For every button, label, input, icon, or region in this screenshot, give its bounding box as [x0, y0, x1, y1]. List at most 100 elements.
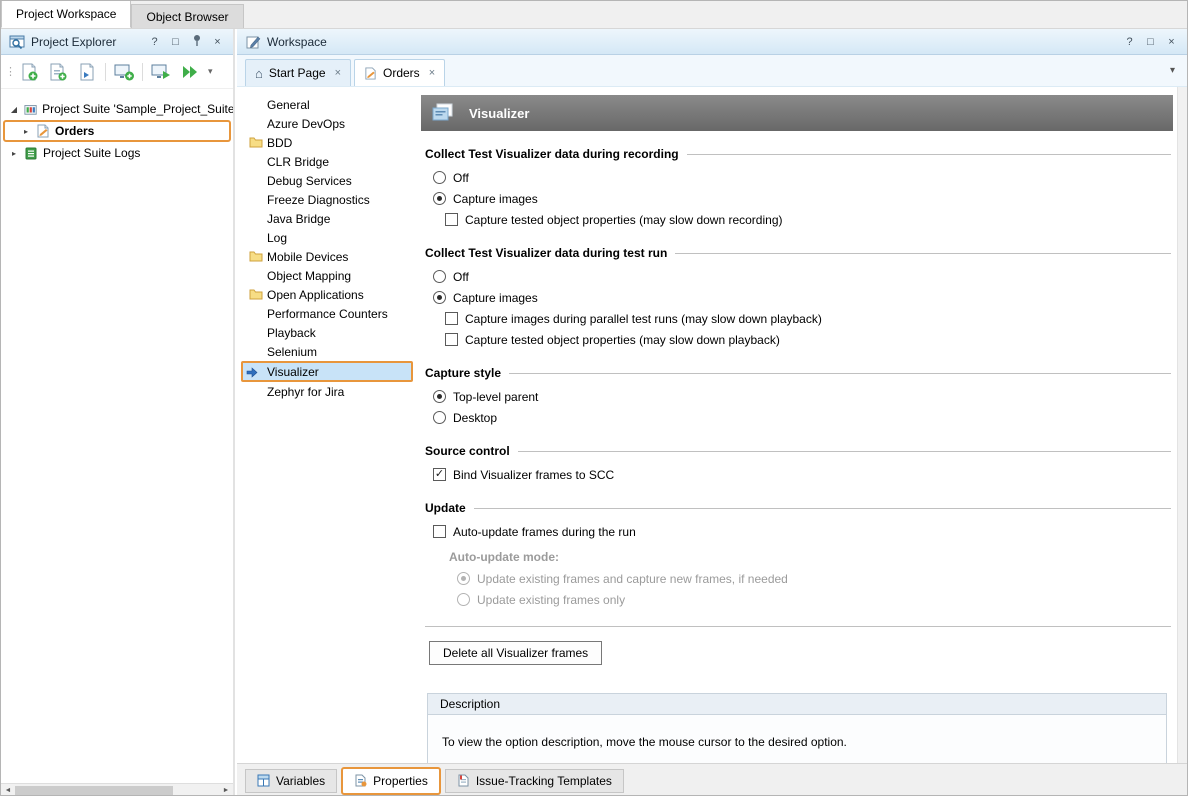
- help-icon[interactable]: ?: [1122, 36, 1137, 48]
- checkbox-label: Capture tested object properties (may sl…: [465, 333, 780, 347]
- category-performance-counters[interactable]: Performance Counters: [241, 304, 413, 323]
- scrollbar-thumb[interactable]: [15, 786, 173, 796]
- tab-properties[interactable]: Properties: [341, 767, 441, 795]
- radio-testrun-capture-images[interactable]: Capture images: [433, 287, 1173, 308]
- add-existing-item-icon[interactable]: [76, 61, 98, 83]
- workspace-icon: [245, 34, 261, 50]
- category-zephyr-for-jira[interactable]: Zephyr for Jira: [241, 382, 413, 401]
- category-mobile-devices[interactable]: Mobile Devices: [241, 247, 413, 266]
- project-explorer-icon: [9, 34, 25, 50]
- tree-item-orders[interactable]: ▸ Orders: [3, 120, 231, 142]
- radio-recording-off[interactable]: Off: [433, 167, 1173, 188]
- radio-label: Top-level parent: [453, 390, 538, 404]
- horizontal-scrollbar[interactable]: ◄ ►: [1, 783, 233, 796]
- vertical-scrollbar[interactable]: [1177, 87, 1187, 763]
- radio-update-existing-only: Update existing frames only: [457, 589, 1173, 610]
- section-title: Collect Test Visualizer data during test…: [425, 246, 667, 260]
- close-icon[interactable]: ×: [210, 36, 225, 48]
- close-icon[interactable]: ×: [1164, 36, 1179, 48]
- tab-list-dropdown-icon[interactable]: ▾: [1170, 65, 1175, 76]
- radio-icon: [433, 270, 446, 283]
- tab-variables[interactable]: Variables: [245, 769, 337, 793]
- category-label: Zephyr for Jira: [267, 385, 344, 399]
- logs-icon: [24, 146, 38, 160]
- radio-top-level-parent[interactable]: Top-level parent: [433, 386, 1173, 407]
- add-new-project-icon[interactable]: [47, 61, 69, 83]
- run-project-icon[interactable]: [150, 61, 172, 83]
- section-capture-style: Capture style: [425, 366, 1173, 380]
- pin-icon[interactable]: [189, 34, 204, 49]
- checkbox-bind-scc[interactable]: ✓ Bind Visualizer frames to SCC: [433, 464, 1173, 485]
- category-freeze-diagnostics[interactable]: Freeze Diagnostics: [241, 190, 413, 209]
- toolbar-grip[interactable]: ⋮: [5, 65, 11, 78]
- tab-label: Object Browser: [146, 10, 228, 24]
- tab-label: Project Workspace: [16, 7, 116, 21]
- tab-orders[interactable]: Orders ×: [354, 59, 445, 86]
- section-rule: [675, 253, 1171, 254]
- category-debug-services[interactable]: Debug Services: [241, 171, 413, 190]
- checkbox-testrun-parallel[interactable]: Capture images during parallel test runs…: [445, 308, 1173, 329]
- category-clr-bridge[interactable]: CLR Bridge: [241, 152, 413, 171]
- radio-label: Off: [453, 171, 469, 185]
- run-selected-icon[interactable]: [113, 61, 135, 83]
- radio-recording-capture-images[interactable]: Capture images: [433, 188, 1173, 209]
- description-title: Description: [440, 697, 500, 711]
- current-item-arrow-icon: [246, 367, 258, 378]
- category-label: Freeze Diagnostics: [267, 193, 370, 207]
- toolbar-dropdown-icon[interactable]: ▾: [208, 66, 213, 77]
- category-label: Object Mapping: [267, 269, 351, 283]
- tree-item-label: Project Suite Logs: [43, 146, 140, 160]
- tab-issue-tracking-templates[interactable]: Issue-Tracking Templates: [445, 769, 624, 793]
- category-log[interactable]: Log: [241, 228, 413, 247]
- radio-desktop[interactable]: Desktop: [433, 407, 1173, 428]
- float-icon[interactable]: □: [168, 36, 183, 48]
- tab-project-workspace[interactable]: Project Workspace: [1, 0, 131, 28]
- category-object-mapping[interactable]: Object Mapping: [241, 266, 413, 285]
- checkbox-testrun-capture-props[interactable]: Capture tested object properties (may sl…: [445, 329, 1173, 350]
- category-playback[interactable]: Playback: [241, 323, 413, 342]
- radio-testrun-off[interactable]: Off: [433, 266, 1173, 287]
- add-new-item-icon[interactable]: [18, 61, 40, 83]
- section-title: Update: [425, 501, 466, 515]
- checkbox-label: Auto-update frames during the run: [453, 525, 636, 539]
- tree-item-project-suite[interactable]: ◢ Project Suite 'Sample_Project_Suite' (…: [1, 99, 233, 119]
- radio-icon: [433, 291, 446, 304]
- expander-icon[interactable]: ▸: [9, 149, 19, 158]
- scroll-left-icon[interactable]: ◄: [1, 787, 15, 794]
- radio-label: Capture images: [453, 192, 538, 206]
- description-box: Description To view the option descripti…: [427, 693, 1167, 763]
- tab-start-page[interactable]: ⌂ Start Page ×: [245, 59, 351, 86]
- checkbox-auto-update[interactable]: Auto-update frames during the run: [433, 521, 1173, 542]
- radio-icon: [433, 390, 446, 403]
- float-icon[interactable]: □: [1143, 36, 1158, 48]
- category-open-applications[interactable]: Open Applications: [241, 285, 413, 304]
- tree-item-project-suite-logs[interactable]: ▸ Project Suite Logs: [1, 143, 233, 163]
- tab-object-browser[interactable]: Object Browser: [131, 4, 243, 28]
- checkbox-recording-capture-props[interactable]: Capture tested object properties (may sl…: [445, 209, 1173, 230]
- project-icon: [36, 124, 50, 138]
- visualizer-page-header: Visualizer: [421, 95, 1173, 131]
- tab-close-icon[interactable]: ×: [335, 67, 341, 79]
- delete-all-frames-button[interactable]: Delete all Visualizer frames: [429, 641, 602, 665]
- scroll-right-icon[interactable]: ►: [219, 787, 233, 794]
- issue-tracking-icon: [457, 774, 470, 787]
- section-test-run: Collect Test Visualizer data during test…: [425, 246, 1173, 260]
- project-tree: ◢ Project Suite 'Sample_Project_Suite' (…: [1, 89, 233, 783]
- category-selenium[interactable]: Selenium: [241, 342, 413, 361]
- category-java-bridge[interactable]: Java Bridge: [241, 209, 413, 228]
- help-icon[interactable]: ?: [147, 36, 162, 48]
- category-label: General: [267, 98, 310, 112]
- tab-close-icon[interactable]: ×: [429, 67, 435, 79]
- category-visualizer[interactable]: Visualizer: [241, 361, 413, 382]
- top-tab-bar: Project Workspace Object Browser: [1, 1, 1187, 29]
- category-bdd[interactable]: BDD: [241, 133, 413, 152]
- category-label: Java Bridge: [267, 212, 330, 226]
- category-general[interactable]: General: [241, 95, 413, 114]
- visualizer-options: Visualizer Collect Test Visualizer data …: [421, 95, 1173, 763]
- expander-icon[interactable]: ▸: [21, 127, 31, 136]
- radio-icon: [433, 192, 446, 205]
- run-project-suite-icon[interactable]: [179, 61, 201, 83]
- panel-title: Workspace: [267, 35, 1116, 49]
- category-azure-devops[interactable]: Azure DevOps: [241, 114, 413, 133]
- expander-icon[interactable]: ◢: [9, 105, 19, 114]
